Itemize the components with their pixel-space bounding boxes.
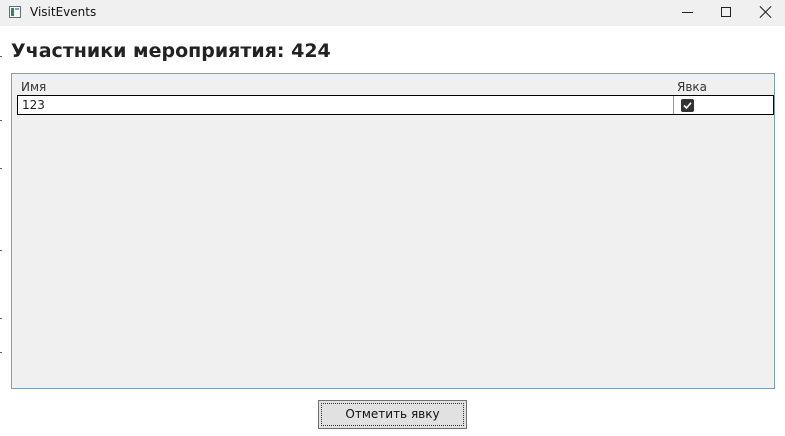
page-title: Участники мероприятия: 424	[11, 40, 331, 62]
mark-attendance-button[interactable]: Отметить явку	[318, 400, 467, 429]
window-title: VisitEvents	[30, 5, 97, 19]
checkmark-icon	[683, 102, 692, 110]
minimize-icon	[682, 12, 693, 13]
table-row[interactable]: 123	[17, 95, 774, 115]
cell-attendance[interactable]	[675, 96, 773, 114]
grid-header: Имя Явка	[17, 79, 769, 95]
column-header-name[interactable]: Имя	[21, 80, 46, 94]
close-icon	[759, 5, 773, 19]
maximize-button[interactable]	[706, 0, 746, 26]
mark-attendance-label: Отметить явку	[345, 407, 440, 421]
close-button[interactable]	[746, 0, 785, 26]
window-edge-artifact	[0, 0, 2, 436]
app-window: VisitEvents Участники мероприятия: 424 И…	[0, 0, 785, 436]
app-window-icon	[9, 6, 21, 18]
title-bar[interactable]: VisitEvents	[0, 0, 785, 26]
maximize-icon	[721, 7, 731, 17]
column-header-attendance[interactable]: Явка	[677, 80, 707, 94]
minimize-button[interactable]	[666, 0, 706, 26]
attendance-checkbox[interactable]	[681, 99, 694, 112]
cell-name[interactable]: 123	[18, 96, 674, 114]
participants-grid[interactable]: Имя Явка 123	[11, 73, 775, 389]
